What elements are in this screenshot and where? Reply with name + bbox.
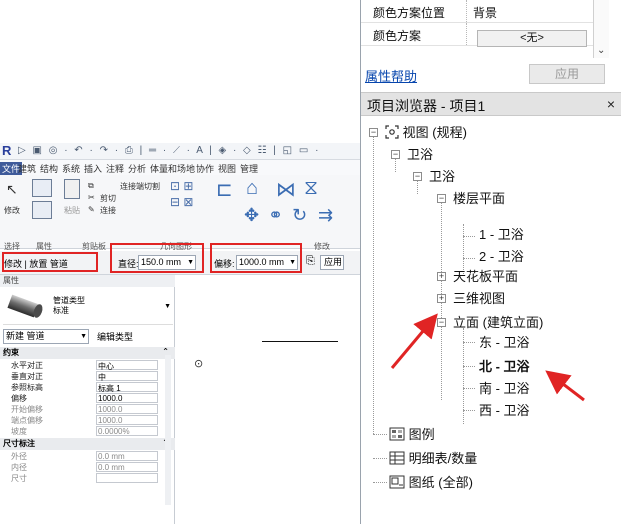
red-arrow-2: [545, 370, 585, 402]
annotation-arrows: [390, 313, 585, 402]
red-arrow-1: [390, 313, 438, 369]
